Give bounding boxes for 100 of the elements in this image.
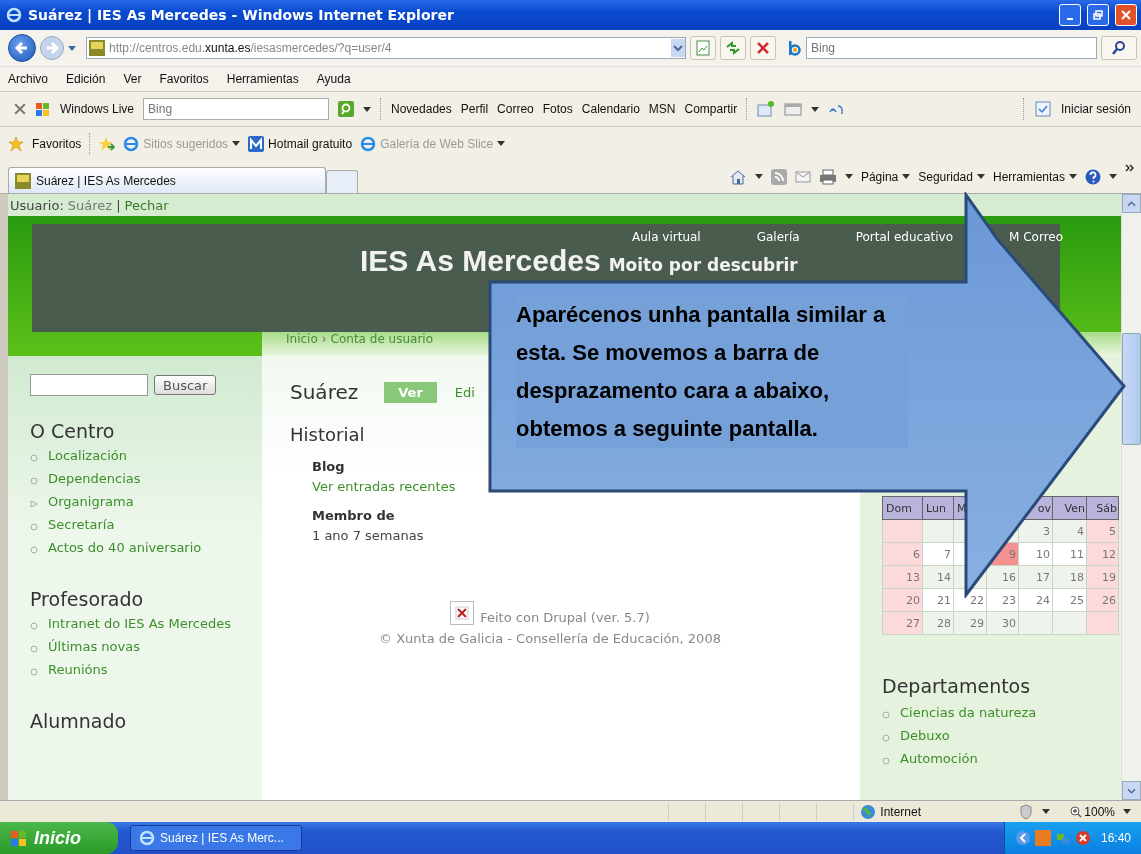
command-menu[interactable]: Página <box>860 169 899 184</box>
toolbar-link[interactable]: Calendario <box>581 102 640 116</box>
back-button[interactable] <box>8 34 36 62</box>
caret-icon[interactable] <box>976 174 985 179</box>
sidebar-link[interactable]: Automoción <box>900 749 978 769</box>
command-menu[interactable]: Herramientas <box>992 169 1065 184</box>
search-icon[interactable] <box>338 101 355 117</box>
browser-e-icon <box>139 830 155 846</box>
caret-icon[interactable] <box>68 45 76 51</box>
security-alert-icon[interactable] <box>1074 830 1091 846</box>
site-logo-icon <box>15 172 31 189</box>
nav-link[interactable]: M Correo <box>1009 230 1064 244</box>
calendar-day[interactable]: 6 <box>913 547 920 561</box>
toolbar-link[interactable]: Fotos <box>542 102 573 116</box>
zoom-level[interactable]: 100% <box>1084 804 1115 819</box>
caret-icon[interactable] <box>902 174 911 179</box>
caret-icon[interactable] <box>811 106 820 112</box>
scrollbar[interactable] <box>1121 194 1141 800</box>
checkbox-icon[interactable] <box>1033 100 1052 118</box>
calendar-day[interactable]: 27 <box>906 616 920 630</box>
menu-item[interactable]: Herramientas <box>226 72 299 86</box>
caret-icon[interactable] <box>232 141 241 146</box>
calendar-day[interactable]: 7 <box>944 547 951 561</box>
nav-link[interactable]: Galería <box>756 230 800 244</box>
restore-button[interactable] <box>1087 4 1109 26</box>
sidebar-link[interactable]: Organigrama <box>48 492 134 512</box>
caret-icon[interactable] <box>497 141 506 146</box>
sidebar-link[interactable]: Reunións <box>48 660 108 680</box>
search-button[interactable]: Buscar <box>154 375 217 395</box>
chevron-icon[interactable] <box>1125 164 1135 172</box>
sidebar-link[interactable]: Dependencias <box>48 469 141 489</box>
calendar-day[interactable]: 5 <box>1109 524 1116 538</box>
user-link[interactable]: Suárez <box>67 197 113 213</box>
calendar-day[interactable]: 20 <box>906 593 920 607</box>
address-field[interactable]: http://centros.edu.xunta.es/iesasmercedes/?q=user/4 <box>86 37 686 59</box>
calendar-day[interactable]: 4 <box>1077 524 1084 538</box>
field-link[interactable]: Ver entradas recentes <box>312 479 456 494</box>
breadcrumb-link[interactable]: Inicio <box>286 332 318 346</box>
page-tab[interactable]: Edi <box>454 381 489 403</box>
clock: 16:40 <box>1100 831 1131 845</box>
chevron-left-icon[interactable] <box>1014 830 1031 846</box>
sidebar-link[interactable]: Últimas novas <box>48 637 140 657</box>
printer-icon[interactable] <box>818 167 837 186</box>
sidebar-link[interactable]: Localización <box>48 446 128 466</box>
caret-icon[interactable] <box>1042 809 1051 814</box>
caret-icon[interactable] <box>363 106 372 112</box>
toolbar-link[interactable]: MSN <box>648 102 676 116</box>
sidebar-link[interactable]: Debuxo <box>900 726 950 746</box>
dropdown-icon[interactable] <box>671 39 685 57</box>
add-favorite-icon[interactable] <box>99 135 116 152</box>
toolbar-link[interactable]: Novedades <box>391 102 452 116</box>
sidebar-link[interactable]: Ciencias da natureza <box>900 703 1037 723</box>
search-field[interactable]: Bing <box>143 98 330 120</box>
caret-icon[interactable] <box>1109 174 1117 179</box>
close-icon[interactable] <box>14 103 26 115</box>
search-field[interactable]: Bing <box>806 37 1097 59</box>
caret-icon[interactable] <box>1069 174 1077 179</box>
favorite-link[interactable]: Sitios sugeridos <box>143 136 229 151</box>
copyright-text: © Xunta de Galicia - Consellería de Educación, 2008 <box>379 631 721 646</box>
menu-item[interactable]: Archivo <box>8 72 48 86</box>
triangle-icon <box>30 500 38 508</box>
menu-item[interactable]: Edición <box>66 72 106 86</box>
caret-icon[interactable] <box>754 174 763 179</box>
menu-item[interactable]: Favoritos <box>159 72 209 86</box>
favorites-button[interactable]: Favoritos <box>32 136 82 151</box>
minimize-button[interactable] <box>1059 4 1081 26</box>
sidebar-link[interactable]: Secretaría <box>48 515 115 535</box>
taskbar-button[interactable]: Suárez | IES As Merc... <box>130 825 302 851</box>
calendar-day[interactable]: 3 <box>1043 524 1050 538</box>
start-button[interactable]: Inicio <box>0 822 118 854</box>
search-field[interactable] <box>30 374 148 396</box>
help-icon[interactable] <box>1085 168 1101 185</box>
toolbar-link[interactable]: Perfil <box>460 102 489 116</box>
bullet-icon <box>30 546 38 554</box>
shield-icon[interactable] <box>1018 803 1035 820</box>
menu-item[interactable]: Ayuda <box>316 72 351 86</box>
brand-label[interactable]: Windows Live <box>60 102 135 116</box>
caret-icon[interactable] <box>844 174 853 179</box>
refresh-button[interactable] <box>720 36 746 60</box>
favorite-link[interactable]: Galería de Web Slice <box>380 136 494 151</box>
zoom-icon[interactable] <box>1070 805 1083 818</box>
sidebar-link[interactable]: Intranet do IES As Mercedes <box>48 614 231 634</box>
sign-in-link[interactable]: Iniciar sesión <box>1060 102 1131 116</box>
browser-tab[interactable]: Suárez | IES As Mercedes <box>8 167 326 193</box>
stop-button[interactable] <box>750 36 776 60</box>
search-button[interactable] <box>1101 36 1137 60</box>
close-button[interactable] <box>1115 4 1137 26</box>
breadcrumb-link[interactable]: Conta de usuario <box>330 332 434 346</box>
caret-icon[interactable] <box>1123 809 1131 814</box>
calendar-day[interactable]: 13 <box>906 570 920 584</box>
scrollbar-thumb[interactable] <box>1122 333 1141 445</box>
logout-link[interactable]: Pechar <box>124 197 169 213</box>
menu-item[interactable]: Ver <box>123 72 142 86</box>
nav-link[interactable]: Portal educativo <box>855 230 954 244</box>
toolbar-link[interactable]: Compartir <box>684 102 738 116</box>
nav-link[interactable]: Aula virtual <box>632 230 701 244</box>
sidebar-link[interactable]: Actos do 40 aniversario <box>48 538 202 558</box>
favorite-link[interactable]: Hotmail gratuito <box>268 136 353 151</box>
command-menu[interactable]: Seguridad <box>918 169 973 184</box>
toolbar-link[interactable]: Correo <box>497 102 534 116</box>
